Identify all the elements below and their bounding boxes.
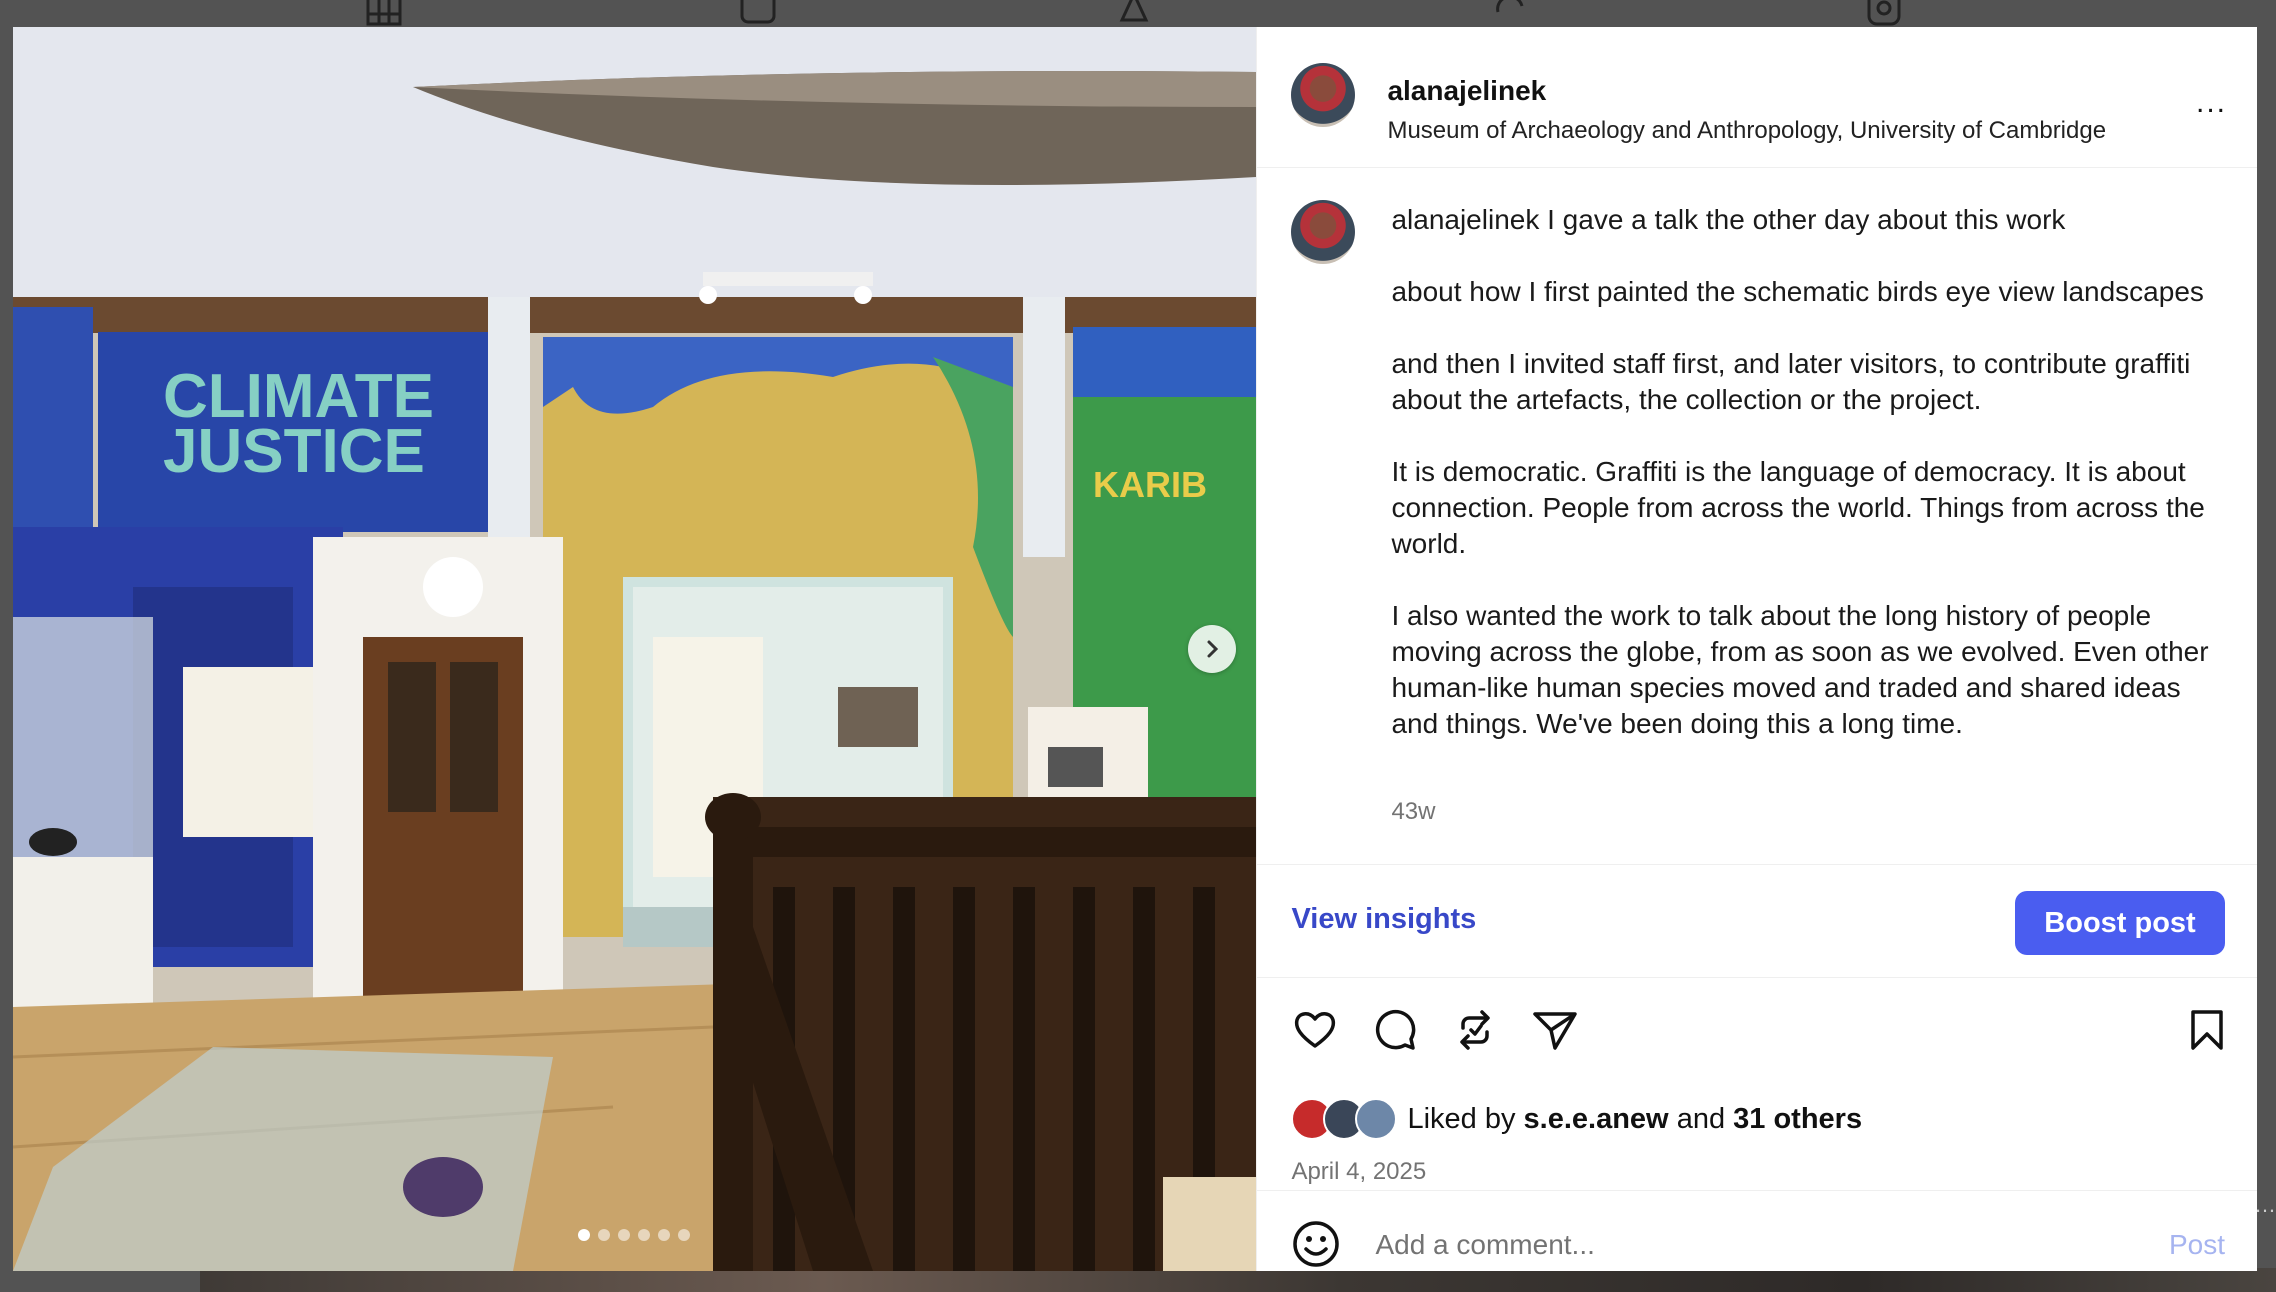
likes-prefix: Liked by xyxy=(1407,1102,1516,1135)
profile-tab-icons xyxy=(0,0,2276,28)
backdrop-grid-strip xyxy=(200,1268,2276,1292)
caption-text: alanajelinek I gave a talk the other day… xyxy=(1391,202,2211,778)
post-location[interactable]: Museum of Archaeology and Anthropology, … xyxy=(1387,117,2106,145)
svg-text:JUSTICE: JUSTICE xyxy=(163,417,425,486)
bookmark-icon[interactable] xyxy=(2183,1006,2231,1054)
carousel-dot[interactable] xyxy=(578,1229,590,1241)
liker-avatar xyxy=(1355,1098,1398,1140)
likes-summary: Liked by s.e.e.anew and 31 others xyxy=(1291,1098,1862,1140)
caption-paragraph: I gave a talk the other day about this w… xyxy=(1547,204,2066,235)
actions-section: Liked by s.e.e.anew and 31 others April … xyxy=(1257,978,2257,1191)
caption-paragraph: about how I first painted the schematic … xyxy=(1391,276,2204,307)
share-icon[interactable] xyxy=(1451,1006,1499,1054)
send-icon[interactable] xyxy=(1531,1006,1579,1054)
boost-post-button[interactable]: Boost post xyxy=(2015,891,2225,955)
tagged-icon[interactable] xyxy=(1116,0,1152,26)
carousel-dot[interactable] xyxy=(678,1229,690,1241)
carousel-dot[interactable] xyxy=(638,1229,650,1241)
caption-username[interactable]: alanajelinek xyxy=(1391,204,1539,235)
svg-text:KARIB: KARIB xyxy=(1093,464,1207,505)
post-comment-button[interactable]: Post xyxy=(2169,1229,2225,1261)
caption-paragraph: It is democratic. Graffiti is the langua… xyxy=(1391,456,2205,559)
author-avatar[interactable] xyxy=(1291,63,1356,127)
post-side-panel: alanajelinek Museum of Archaeology and A… xyxy=(1256,27,2257,1271)
edge-more-icon: … xyxy=(2254,1192,2276,1217)
comment-composer: Post xyxy=(1257,1191,2257,1271)
caption-section: alanajelinek I gave a talk the other day… xyxy=(1257,168,2257,865)
carousel-next-button[interactable] xyxy=(1188,625,1236,673)
author-username[interactable]: alanajelinek xyxy=(1387,75,1546,107)
caption-paragraph: I also wanted the work to talk about the… xyxy=(1391,600,2209,739)
carousel-dot[interactable] xyxy=(598,1229,610,1241)
view-insights-link[interactable]: View insights xyxy=(1291,903,1476,936)
reels-icon[interactable] xyxy=(740,0,776,26)
post-media: CLIMATE JUSTICE KARIB xyxy=(13,27,1257,1271)
carousel-dot[interactable] xyxy=(618,1229,630,1241)
carousel-indicator xyxy=(578,1229,690,1241)
chevron-right-icon xyxy=(1207,640,1219,658)
liker-username[interactable]: s.e.e.anew xyxy=(1524,1103,1669,1136)
caption-avatar[interactable] xyxy=(1291,200,1356,264)
more-icon[interactable]: ... xyxy=(2196,88,2227,118)
caption-paragraph: and then I invited staff first, and late… xyxy=(1391,348,2191,415)
heart-icon[interactable] xyxy=(1291,1006,1339,1054)
comment-input[interactable] xyxy=(1373,1217,2078,1271)
museum-photo: CLIMATE JUSTICE KARIB xyxy=(13,27,1257,1271)
post-header: alanajelinek Museum of Archaeology and A… xyxy=(1257,27,2257,168)
carousel-dot[interactable] xyxy=(658,1229,670,1241)
insights-row: View insights Boost post xyxy=(1257,865,2257,978)
likes-conjunction: and xyxy=(1676,1102,1726,1135)
profile-icon[interactable] xyxy=(1866,0,1902,26)
post-date: April 4, 2025 xyxy=(1291,1158,1427,1185)
post-modal: CLIMATE JUSTICE KARIB alanajelinek Museu… xyxy=(13,27,2257,1271)
repost-icon[interactable] xyxy=(1492,0,1528,26)
likes-others-link[interactable]: 31 others xyxy=(1733,1103,1862,1136)
comment-icon[interactable] xyxy=(1371,1006,1419,1054)
post-time-ago[interactable]: 43w xyxy=(1391,798,1435,826)
liker-avatars[interactable] xyxy=(1291,1098,1398,1140)
grid-icon[interactable] xyxy=(366,0,402,26)
emoji-icon[interactable] xyxy=(1291,1219,1341,1269)
